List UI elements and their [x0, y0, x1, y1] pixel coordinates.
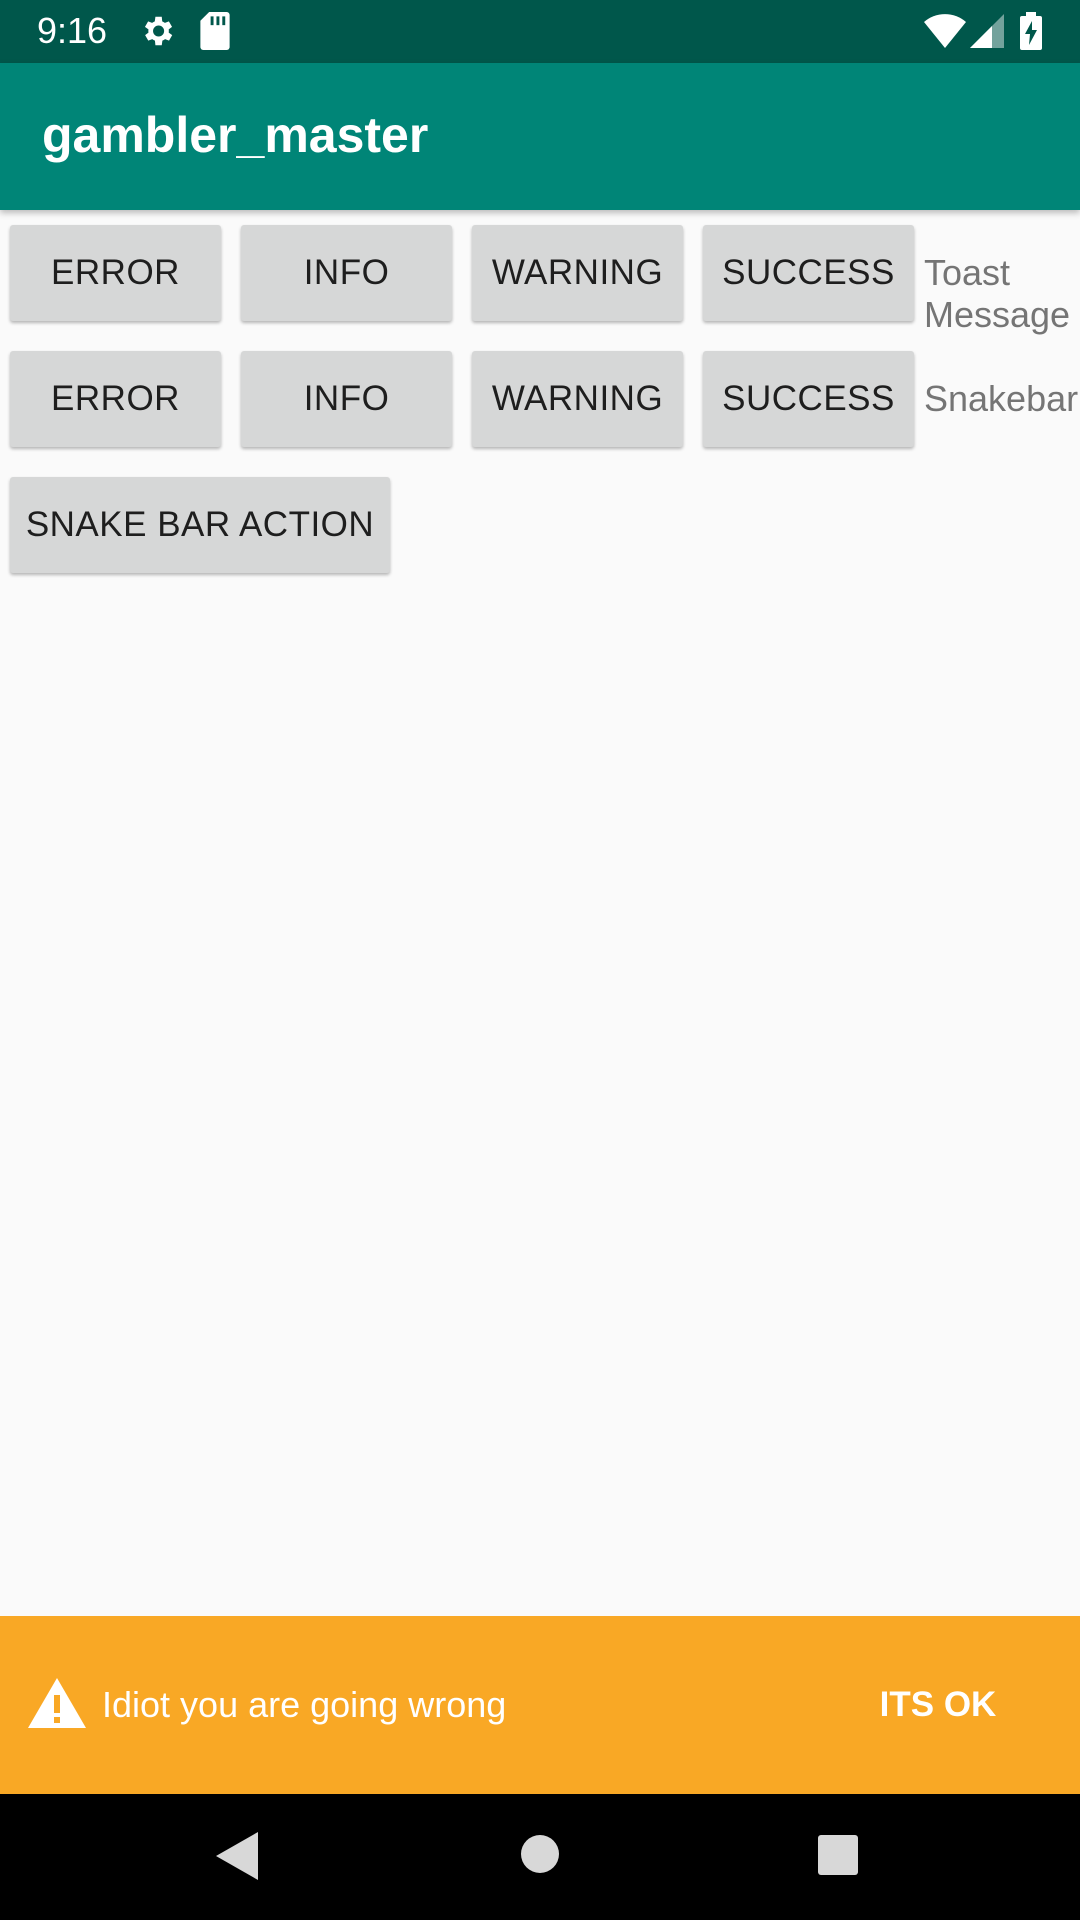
recents-icon[interactable] [818, 1835, 858, 1880]
snakebar-info-button[interactable]: INFO [241, 351, 452, 447]
toast-warning-button[interactable]: WARNING [472, 225, 683, 321]
snakebar-warning-button[interactable]: WARNING [472, 351, 683, 447]
back-icon[interactable] [216, 1832, 258, 1885]
wifi-icon [924, 14, 966, 53]
navigation-bar [0, 1794, 1080, 1920]
toast-error-button[interactable]: ERROR [10, 225, 221, 321]
app-title: gambler_master [42, 107, 429, 163]
status-time: 9:16 [37, 10, 108, 51]
snakebar-error-button[interactable]: ERROR [10, 351, 221, 447]
sd-card-icon [200, 12, 230, 55]
battery-charging-icon [1020, 12, 1042, 55]
warning-icon [28, 1678, 86, 1733]
home-icon[interactable] [520, 1834, 560, 1879]
toast-info-button[interactable]: INFO [241, 225, 452, 321]
toast-success-button[interactable]: SUCCESS [703, 225, 914, 321]
snackbar: Idiot you are going wrong ITS OK [0, 1616, 1080, 1794]
settings-icon [138, 12, 176, 55]
snackbar-action-button[interactable]: ITS OK [858, 1672, 1018, 1738]
snakebar-label: Snakebar [924, 378, 1079, 419]
snackbar-message: Idiot you are going wrong [102, 1684, 507, 1725]
snakebar-success-button[interactable]: SUCCESS [703, 351, 914, 447]
status-bar: 9:16 [0, 0, 1080, 63]
signal-icon [970, 14, 1004, 53]
app-bar: gambler_master [0, 63, 1080, 210]
toast-message-label: Toast Message [924, 252, 1071, 335]
snake-bar-action-button[interactable]: SNAKE BAR ACTION [10, 477, 390, 573]
